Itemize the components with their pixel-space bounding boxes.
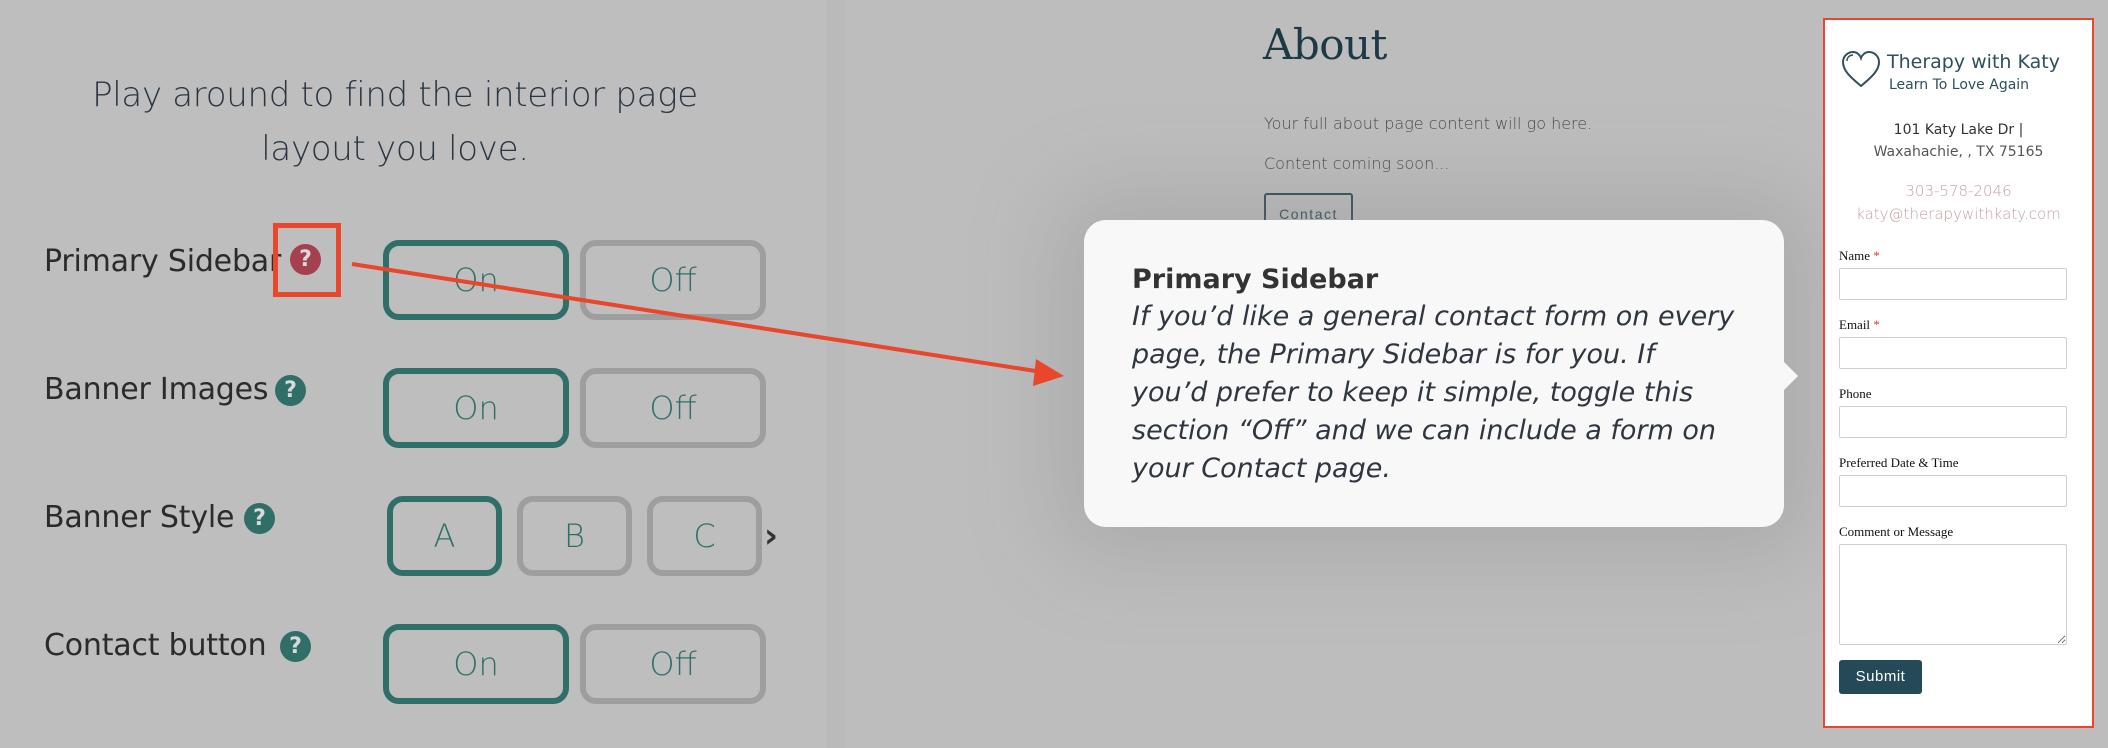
phone-link[interactable]: 303-578-2046 <box>1825 180 2092 203</box>
banner-images-label: Banner Images <box>44 372 269 407</box>
preferred-datetime-input[interactable] <box>1839 475 2067 507</box>
tooltip-body: If you’d like a general contact form on … <box>1132 301 1735 484</box>
page-paragraph: Your full about page content will go her… <box>1264 114 1593 133</box>
name-input[interactable] <box>1839 268 2067 300</box>
tooltip-title: Primary Sidebar <box>1132 264 1379 295</box>
help-icon[interactable]: ? <box>275 375 306 406</box>
primary-sidebar-label: Primary Sidebar <box>44 244 282 279</box>
contact-button-on-button[interactable]: On <box>383 624 569 704</box>
submit-button[interactable]: Submit <box>1839 660 1922 694</box>
page-paragraph: Content coming soon... <box>1264 154 1450 173</box>
primary-sidebar-off-button[interactable]: Off <box>580 240 766 320</box>
email-label: Email * <box>1839 317 1880 332</box>
brand-tagline: Learn To Love Again <box>1889 77 2030 93</box>
banner-images-on-button[interactable]: On <box>383 368 569 448</box>
annotation-highlight-box <box>273 223 341 297</box>
page-title: About <box>1263 20 1387 69</box>
comment-label: Comment or Message <box>1839 524 1954 539</box>
brand-logo: Therapy with Katy Learn To Love Again <box>1841 50 2060 96</box>
address-line: 101 Katy Lake Dr | <box>1893 122 2024 138</box>
chevron-right-icon[interactable]: › <box>764 516 778 556</box>
heart-icon <box>1841 50 1881 88</box>
contact-button-label: Contact button <box>44 628 267 663</box>
help-tooltip: Primary Sidebar If you’d like a general … <box>1084 220 1798 527</box>
brand-name: Therapy with Katy <box>1887 51 2060 73</box>
comment-textarea[interactable] <box>1839 544 2067 645</box>
contact-button-off-button[interactable]: Off <box>580 624 766 704</box>
banner-images-off-button[interactable]: Off <box>580 368 766 448</box>
email-link[interactable]: katy@therapywithkaty.com <box>1825 203 2092 226</box>
phone-label: Phone <box>1839 386 1872 401</box>
banner-style-a-button[interactable]: A <box>387 496 502 576</box>
panel-divider <box>826 0 846 748</box>
primary-sidebar-on-button[interactable]: On <box>383 240 569 320</box>
arrow-head <box>1033 359 1064 386</box>
banner-style-label: Banner Style <box>44 500 235 535</box>
banner-style-b-button[interactable]: B <box>517 496 632 576</box>
layout-configurator: Play around to find the interior page la… <box>0 0 826 748</box>
address-line: Waxahachie, , TX 75165 <box>1873 144 2044 160</box>
phone-input[interactable] <box>1839 406 2067 438</box>
intro-text: Play around to find the interior page la… <box>92 75 698 169</box>
help-icon[interactable]: ? <box>244 503 275 534</box>
help-icon[interactable]: ? <box>280 631 311 662</box>
name-label: Name * <box>1839 248 1880 263</box>
banner-style-c-button[interactable]: C <box>647 496 762 576</box>
email-input[interactable] <box>1839 337 2067 369</box>
primary-sidebar-preview: Therapy with Katy Learn To Love Again 10… <box>1823 18 2094 728</box>
preferred-datetime-label: Preferred Date & Time <box>1839 455 1959 470</box>
